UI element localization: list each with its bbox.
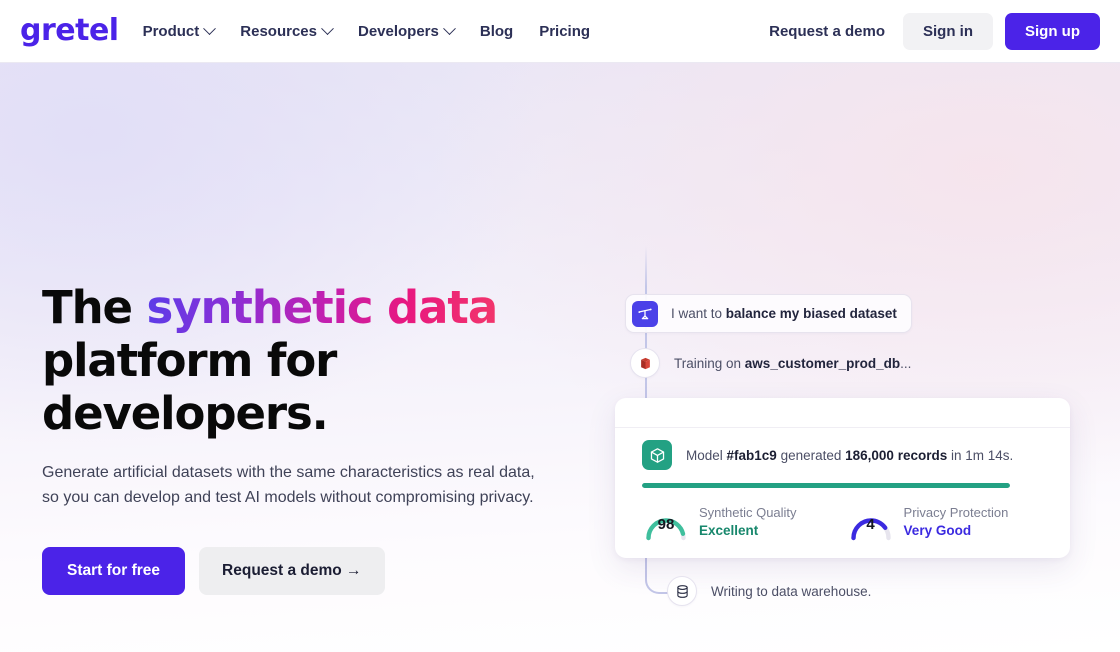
sign-in-button[interactable]: Sign in [903,12,993,50]
training-prefix: Training on [674,355,745,371]
gretel-logo[interactable]: gretel [20,16,119,46]
model-result-card: Model #fab1c9 generated 186,000 records … [615,398,1070,558]
metric-privacy-protection: 4 Privacy Protection Very Good [847,502,1009,542]
nav-label: Blog [479,22,514,40]
nav-item-pricing[interactable]: Pricing [539,23,590,40]
nav-item-product[interactable]: Product [142,21,217,40]
nav-label: Product [142,22,200,40]
card-header-strip [615,398,1070,428]
chevron-down-icon [203,21,217,35]
hero-copy: The synthetic data platform for develope… [42,281,602,595]
hero-section: The synthetic data platform for develope… [0,63,1120,652]
redis-database-icon [630,348,660,378]
writing-status-row: Writing to data warehouse. [667,576,871,606]
prompt-chip-text: I want to balance my biased dataset [671,306,897,321]
card-summary-text: Model #fab1c9 generated 186,000 records … [686,448,1013,463]
prompt-chip[interactable]: I want to balance my biased dataset [625,294,912,333]
sign-up-button[interactable]: Sign up [1005,12,1100,50]
privacy-protection-label: Privacy Protection [903,505,1009,520]
privacy-protection-gauge: 4 [847,502,895,542]
chip-prefix: I want to [671,306,726,321]
main-navigation: Product Resources Developers Blog Pricin… [142,21,590,40]
training-status-text: Training on aws_customer_prod_db... [674,356,911,371]
nav-label: Developers [357,22,439,40]
msg-part3: in 1m 14s. [947,447,1014,463]
training-status-row: Training on aws_customer_prod_db... [630,348,911,378]
nav-item-resources[interactable]: Resources [240,21,334,40]
chip-bold: balance my biased dataset [725,306,897,321]
card-summary-row: Model #fab1c9 generated 186,000 records … [642,440,1043,470]
start-for-free-button[interactable]: Start for free [42,547,186,595]
hero-subtitle: Generate artificial datasets with the sa… [42,464,535,506]
chevron-down-icon [321,21,334,35]
request-a-demo-button[interactable]: Request a demo → [199,547,385,595]
synthetic-quality-label: Synthetic Quality [699,505,797,520]
msg-part2: generated [776,447,846,463]
request-demo-link[interactable]: Request a demo [763,23,891,40]
synthetic-quality-text: Synthetic Quality Excellent [699,504,797,540]
synthetic-quality-gauge: 98 [642,502,690,542]
training-dbname: aws_customer_prod_db [744,355,901,371]
page-title: The synthetic data platform for develope… [42,281,602,440]
writing-status-text: Writing to data warehouse. [711,583,872,599]
nav-item-blog[interactable]: Blog [480,23,513,40]
database-icon [667,576,697,606]
site-header: gretel Product Resources Developers Blog… [0,0,1120,63]
training-suffix: ... [900,355,912,371]
generation-progress-bar [642,483,1010,488]
nav-label: Pricing [539,22,591,40]
record-count: 186,000 records [845,447,948,463]
chevron-down-icon [442,21,456,35]
msg-part1: Model [686,447,727,463]
privacy-protection-text: Privacy Protection Very Good [904,504,1009,540]
metric-synthetic-quality: 98 Synthetic Quality Excellent [642,502,797,542]
hero-cta-row: Start for free Request a demo → [42,547,602,595]
nav-label: Resources [240,22,317,40]
synthetic-quality-value: 98 [657,515,675,533]
privacy-protection-value: 4 [866,515,875,533]
generation-progress-fill [642,483,1010,488]
headline-text-plain: The [42,281,147,334]
cube-model-icon [642,440,672,470]
card-body: Model #fab1c9 generated 186,000 records … [615,428,1070,542]
metrics-row: 98 Synthetic Quality Excellent 4 Privacy… [642,502,1043,542]
headline-text-gradient: synthetic data [146,281,499,334]
headline-text-line2: platform for developers. [42,334,337,440]
model-id: #fab1c9 [726,447,777,463]
hero-illustration: I want to balance my biased dataset Trai… [612,126,1120,652]
synthetic-quality-rank: Excellent [699,523,759,538]
balance-scale-icon [632,300,658,327]
privacy-protection-rank: Very Good [903,523,972,538]
nav-item-developers[interactable]: Developers [357,21,456,40]
header-actions: Request a demo Sign in Sign up [763,12,1100,50]
